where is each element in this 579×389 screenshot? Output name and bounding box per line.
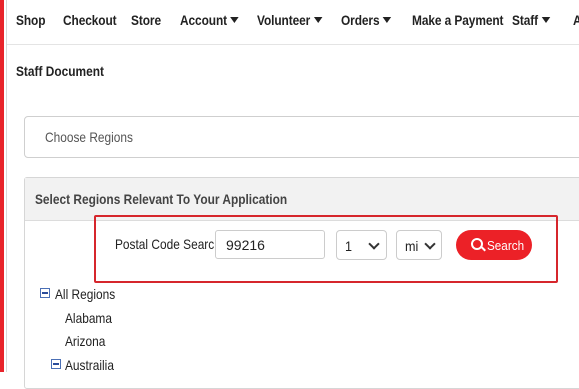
tree-group-austrailia[interactable]: Austrailia bbox=[65, 357, 114, 373]
distance-select[interactable]: 1 bbox=[336, 230, 387, 260]
regions-panel-title: Select Regions Relevant To Your Applicat… bbox=[35, 191, 288, 207]
postal-code-input[interactable] bbox=[215, 230, 325, 259]
caret-down-icon bbox=[382, 17, 392, 24]
tree-root-all-regions[interactable]: All Regions bbox=[55, 286, 115, 302]
caret-down-icon bbox=[230, 17, 239, 24]
collapse-icon[interactable] bbox=[40, 288, 50, 298]
nav-checkout[interactable]: Checkout bbox=[63, 12, 117, 28]
nav-store[interactable]: Store bbox=[131, 12, 161, 28]
unit-select[interactable]: mi bbox=[396, 230, 442, 260]
caret-down-icon bbox=[541, 17, 550, 24]
nav-more[interactable]: A bbox=[573, 12, 579, 28]
nav-make-payment[interactable]: Make a Payment bbox=[412, 12, 503, 28]
chevron-down-icon bbox=[424, 238, 436, 250]
choose-regions-select[interactable]: Choose Regions bbox=[24, 116, 579, 158]
nav-staff-label: Staff bbox=[512, 12, 539, 28]
nav-orders[interactable]: Orders bbox=[341, 12, 392, 28]
caret-down-icon bbox=[313, 17, 323, 24]
distance-value: 1 bbox=[345, 238, 353, 254]
nav-volunteer[interactable]: Volunteer bbox=[257, 12, 323, 28]
left-accent-bar bbox=[0, 0, 4, 372]
search-icon bbox=[471, 238, 483, 250]
nav-account-label: Account bbox=[180, 12, 228, 28]
nav-divider bbox=[7, 44, 579, 45]
search-button-label: Search bbox=[487, 238, 525, 253]
nav-shop[interactable]: Shop bbox=[16, 12, 45, 28]
nav-volunteer-label: Volunteer bbox=[257, 12, 311, 28]
unit-value: mi bbox=[405, 238, 419, 254]
nav-staff[interactable]: Staff bbox=[512, 12, 550, 28]
search-button[interactable]: Search bbox=[456, 230, 532, 260]
left-divider bbox=[6, 0, 7, 372]
tree-item-arizona[interactable]: Arizona bbox=[65, 333, 105, 349]
choose-regions-placeholder: Choose Regions bbox=[45, 129, 133, 145]
tree-item-alabama[interactable]: Alabama bbox=[65, 310, 112, 326]
nav-account[interactable]: Account bbox=[180, 12, 239, 28]
collapse-icon[interactable] bbox=[51, 359, 61, 369]
chevron-down-icon bbox=[368, 238, 380, 250]
postal-code-label: Postal Code Search bbox=[115, 236, 221, 252]
page-title: Staff Document bbox=[16, 63, 104, 79]
nav-orders-label: Orders bbox=[341, 12, 380, 28]
